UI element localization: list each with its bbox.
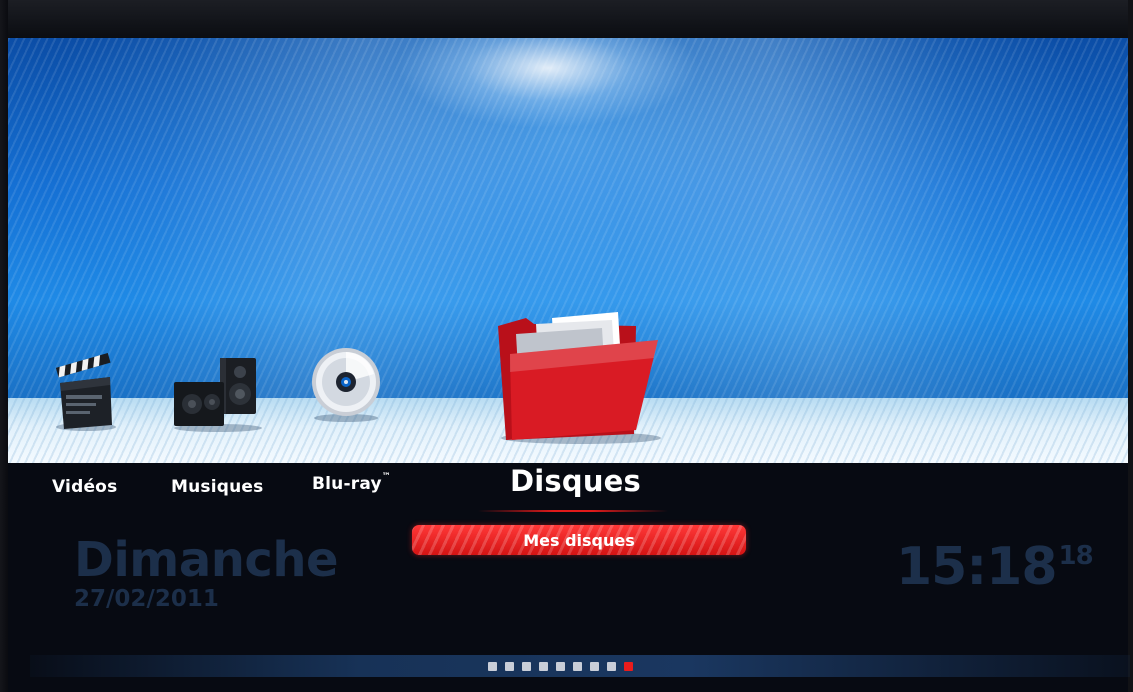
page-dot[interactable] (556, 662, 565, 671)
page-dot-active[interactable] (624, 662, 633, 671)
clock-time: 15:18 (896, 537, 1058, 597)
page-dot[interactable] (488, 662, 497, 671)
menu-item-bluray[interactable]: Blu-ray™ (312, 472, 391, 494)
page-dot[interactable] (607, 662, 616, 671)
menu-item-bluray-label: Blu-ray (312, 474, 382, 494)
clapperboard-icon[interactable] (52, 353, 122, 433)
folder-icon[interactable] (486, 306, 676, 446)
tv-bezel (0, 0, 1133, 38)
selection-underline (478, 510, 668, 512)
submenu-label: Mes disques (523, 530, 635, 550)
page-dot[interactable] (590, 662, 599, 671)
menu-item-disques[interactable]: Disques (510, 464, 641, 498)
page-dot[interactable] (522, 662, 531, 671)
clock: 15:1818 (896, 537, 1094, 597)
page-indicator (488, 662, 633, 672)
tv-bezel-left (0, 0, 8, 692)
tv-bezel-right (1128, 0, 1133, 692)
page-dot[interactable] (505, 662, 514, 671)
speakers-icon[interactable] (170, 354, 265, 434)
day-label: Dimanche (74, 532, 339, 588)
page-dot[interactable] (573, 662, 582, 671)
menu-item-videos[interactable]: Vidéos (52, 477, 117, 497)
date-label: 27/02/2011 (74, 586, 219, 612)
trademark-mark: ™ (381, 472, 391, 482)
menu-banner (8, 38, 1128, 463)
clock-seconds: 18 (1058, 541, 1094, 571)
menu-item-musiques[interactable]: Musiques (171, 477, 264, 497)
disc-icon[interactable] (306, 344, 386, 424)
page-dot[interactable] (539, 662, 548, 671)
submenu-mes-disques[interactable]: Mes disques (412, 525, 746, 555)
